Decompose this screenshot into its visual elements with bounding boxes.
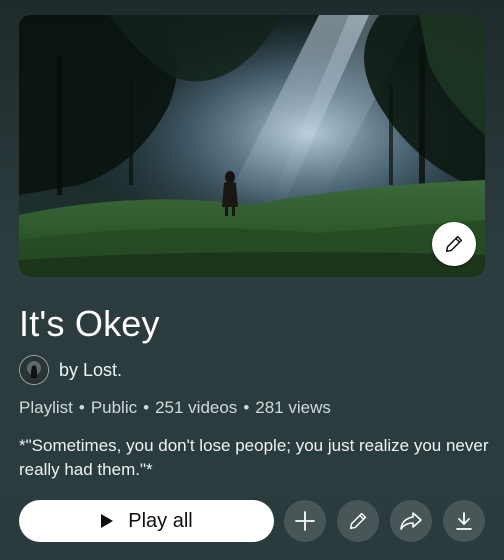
avatar[interactable] bbox=[19, 355, 49, 385]
download-icon bbox=[453, 510, 475, 532]
playlist-owner[interactable]: by Lost. bbox=[19, 354, 122, 386]
playlist-actions: Play all bbox=[19, 500, 485, 542]
view-count: 281 views bbox=[255, 398, 331, 417]
owner-name[interactable]: by Lost. bbox=[59, 360, 122, 381]
edit-cover-button[interactable] bbox=[432, 222, 476, 266]
playlist-type: Playlist bbox=[19, 398, 73, 417]
share-button[interactable] bbox=[390, 500, 432, 542]
playlist-description[interactable]: *"Sometimes, you don't lose people; you … bbox=[19, 434, 489, 482]
separator-dot: • bbox=[143, 398, 150, 417]
playlist-title: It's Okey bbox=[19, 303, 160, 344]
separator-dot: • bbox=[243, 398, 250, 417]
download-button[interactable] bbox=[443, 500, 485, 542]
plus-icon bbox=[294, 510, 316, 532]
add-to-playlist-button[interactable] bbox=[284, 500, 326, 542]
pencil-icon bbox=[347, 510, 369, 532]
play-all-label: Play all bbox=[128, 509, 193, 532]
playlist-meta: Playlist • Public • 251 videos • 281 views bbox=[19, 396, 331, 420]
playlist-cover-image bbox=[19, 15, 485, 277]
video-count: 251 videos bbox=[155, 398, 238, 417]
edit-playlist-button[interactable] bbox=[337, 500, 379, 542]
playlist-visibility: Public bbox=[90, 398, 138, 417]
play-icon bbox=[100, 513, 114, 529]
separator-dot: • bbox=[78, 398, 85, 417]
pencil-icon bbox=[443, 233, 465, 255]
play-all-button[interactable]: Play all bbox=[19, 500, 274, 542]
share-arrow-icon bbox=[399, 510, 423, 532]
